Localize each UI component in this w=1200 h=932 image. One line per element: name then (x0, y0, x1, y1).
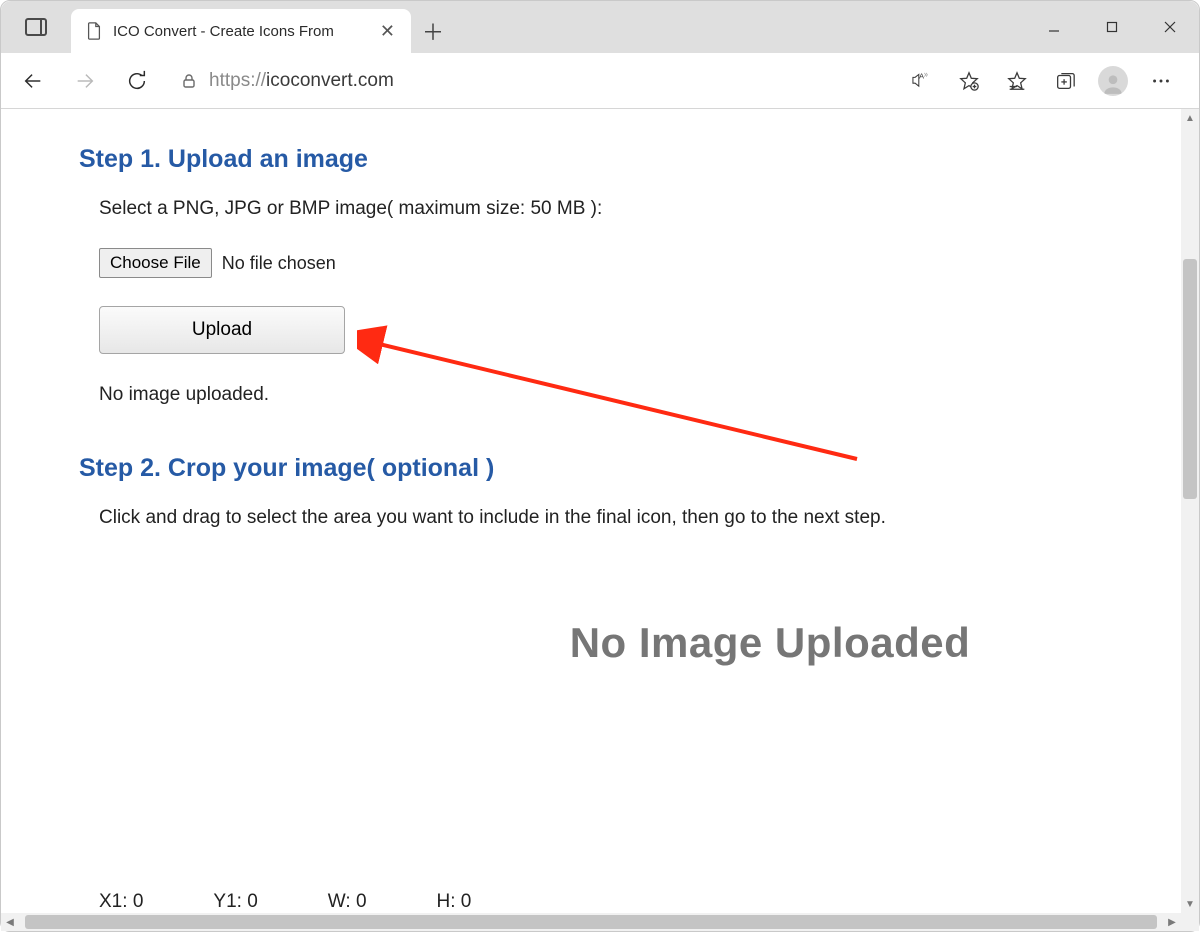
svg-text:A⁾⁾: A⁾⁾ (919, 71, 928, 80)
maximize-button[interactable] (1083, 1, 1141, 53)
lock-icon (181, 73, 197, 89)
tab-actions-button[interactable] (1, 1, 71, 53)
browser-window: ICO Convert - Create Icons From ✕ ＋ http… (0, 0, 1200, 932)
favorites-button[interactable] (995, 61, 1039, 101)
refresh-button[interactable] (115, 61, 159, 101)
upload-button[interactable]: Upload (99, 306, 345, 354)
collections-button[interactable] (1043, 61, 1087, 101)
file-input-row: Choose File No file chosen (99, 248, 1181, 278)
crop-placeholder: No Image Uploaded (359, 619, 1181, 667)
close-tab-icon[interactable]: ✕ (378, 20, 397, 42)
scroll-left-icon[interactable]: ◀ (1, 913, 19, 931)
choose-file-button[interactable]: Choose File (99, 248, 212, 278)
step1-instruction: Select a PNG, JPG or BMP image( maximum … (99, 198, 1181, 220)
tab-title: ICO Convert - Create Icons From (113, 23, 334, 40)
add-favorite-button[interactable] (947, 61, 991, 101)
close-window-button[interactable] (1141, 1, 1199, 53)
forward-button[interactable] (63, 61, 107, 101)
titlebar: ICO Convert - Create Icons From ✕ ＋ (1, 1, 1199, 53)
more-button[interactable] (1139, 61, 1183, 101)
minimize-button[interactable] (1025, 1, 1083, 53)
scroll-up-icon[interactable]: ▲ (1181, 109, 1199, 127)
page-icon (85, 22, 103, 40)
file-chosen-text: No file chosen (222, 253, 336, 274)
scroll-down-icon[interactable]: ▼ (1181, 895, 1199, 913)
step2-section: Step 2. Crop your image( optional ) Clic… (99, 454, 1181, 667)
scroll-corner (1181, 913, 1199, 931)
new-tab-button[interactable]: ＋ (411, 9, 455, 53)
viewport: Step 1. Upload an image Select a PNG, JP… (1, 109, 1199, 931)
read-aloud-button[interactable]: A⁾⁾ (899, 61, 943, 101)
step2-heading: Step 2. Crop your image( optional ) (79, 454, 1181, 483)
url-text: https://icoconvert.com (209, 70, 394, 92)
coord-x1: X1: 0 (99, 891, 143, 913)
back-button[interactable] (11, 61, 55, 101)
step1-heading: Step 1. Upload an image (79, 145, 1181, 174)
profile-button[interactable] (1091, 61, 1135, 101)
window-controls (1025, 1, 1199, 53)
toolbar: https://icoconvert.com A⁾⁾ (1, 53, 1199, 109)
address-bar[interactable]: https://icoconvert.com (167, 61, 891, 101)
vertical-scrollbar[interactable]: ▲ ▼ (1181, 109, 1199, 913)
upload-row: Upload (99, 306, 1181, 354)
crop-coords: X1: 0 Y1: 0 W: 0 H: 0 (99, 891, 471, 913)
upload-status: No image uploaded. (99, 384, 1181, 406)
coord-y1: Y1: 0 (213, 891, 257, 913)
scroll-right-icon[interactable]: ▶ (1163, 913, 1181, 931)
step2-instruction: Click and drag to select the area you wa… (99, 507, 1181, 529)
toolbar-right: A⁾⁾ (899, 61, 1189, 101)
browser-tab[interactable]: ICO Convert - Create Icons From ✕ (71, 9, 411, 53)
avatar-icon (1098, 66, 1128, 96)
horizontal-scroll-thumb[interactable] (25, 915, 1157, 929)
vertical-scroll-thumb[interactable] (1183, 259, 1197, 499)
horizontal-scrollbar[interactable]: ◀ ▶ (1, 913, 1181, 931)
coord-h: H: 0 (437, 891, 472, 913)
page-content: Step 1. Upload an image Select a PNG, JP… (1, 109, 1181, 913)
coord-w: W: 0 (328, 891, 367, 913)
tab-actions-icon (25, 18, 47, 36)
